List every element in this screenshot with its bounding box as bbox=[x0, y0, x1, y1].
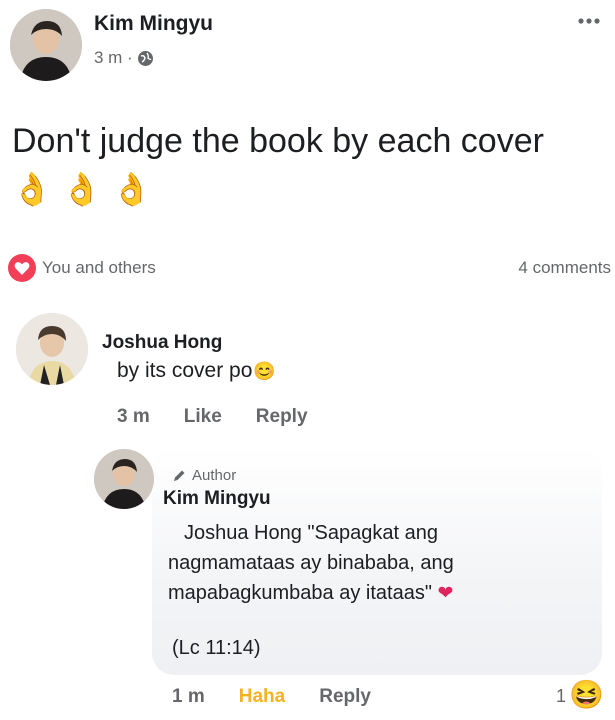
reply-line-3: mapabagkumbaba ay itataas" ❤ bbox=[168, 578, 588, 609]
mention-link[interactable]: Joshua Hong bbox=[184, 522, 302, 544]
comment-text-body: by its cover po bbox=[117, 359, 253, 382]
post-text: Don't judge the book by each cover bbox=[12, 122, 544, 160]
reply-reference: (Lc 11:14) bbox=[172, 637, 261, 659]
more-options-button[interactable] bbox=[577, 8, 601, 31]
haha-reaction-icon[interactable]: 😆 bbox=[569, 680, 604, 710]
post-author-avatar[interactable] bbox=[10, 9, 82, 81]
ok-hand-emoji: 👌 bbox=[12, 171, 52, 207]
red-heart-emoji: ❤ bbox=[437, 583, 454, 604]
pencil-icon bbox=[174, 470, 185, 481]
reply-text: Joshua Hong "Sapagkat ang nagmamataas ay… bbox=[168, 518, 588, 609]
post-author-name[interactable]: Kim Mingyu bbox=[94, 12, 213, 36]
reply-reaction-count[interactable]: 1 bbox=[556, 686, 566, 707]
reply-author-name[interactable]: Kim Mingyu bbox=[163, 488, 271, 510]
reply-haha-button[interactable]: Haha bbox=[239, 686, 285, 708]
post-time-text: 3 m · bbox=[94, 48, 133, 67]
author-badge-label: Author bbox=[192, 467, 237, 484]
comment-text: by its cover po 😊 bbox=[117, 359, 276, 383]
ok-hand-emoji: 👌 bbox=[111, 171, 152, 207]
comments-count-link[interactable]: 4 comments bbox=[518, 258, 611, 278]
reply-time: 1 m bbox=[172, 686, 205, 707]
comment-reply-button[interactable]: Reply bbox=[256, 406, 308, 428]
heart-reaction-icon bbox=[8, 254, 36, 282]
globe-icon bbox=[137, 50, 154, 67]
reply-line-2: nagmamataas ay binababa, ang bbox=[168, 552, 454, 574]
reply-line-1: Joshua Hong "Sapagkat ang bbox=[168, 518, 588, 548]
reply-actions: 1 m Haha Reply bbox=[172, 686, 371, 708]
ok-hand-emoji: 👌 bbox=[61, 171, 102, 207]
post-emojis: 👌 👌 👌 bbox=[12, 171, 152, 207]
more-dots-icon bbox=[578, 18, 600, 24]
reply-line-1-text: "Sapagkat ang bbox=[307, 522, 438, 544]
smiling-emoji: 😊 bbox=[253, 360, 276, 381]
author-badge: Author bbox=[172, 467, 236, 484]
comment-like-button[interactable]: Like bbox=[184, 406, 222, 428]
comment-actions: 3 m Like Reply bbox=[117, 406, 308, 428]
commenter-name[interactable]: Joshua Hong bbox=[102, 332, 222, 354]
reply-author-avatar[interactable] bbox=[94, 449, 154, 509]
reply-line-3-text: mapabagkumbaba ay itataas" bbox=[168, 582, 432, 604]
reply-reply-button[interactable]: Reply bbox=[319, 686, 371, 708]
comment-time: 3 m bbox=[117, 406, 150, 427]
reactions-text: You and others bbox=[42, 258, 156, 277]
post-timestamp: 3 m · bbox=[94, 48, 154, 68]
commenter-avatar[interactable] bbox=[16, 313, 88, 385]
reactions-summary[interactable]: You and others bbox=[8, 254, 156, 282]
